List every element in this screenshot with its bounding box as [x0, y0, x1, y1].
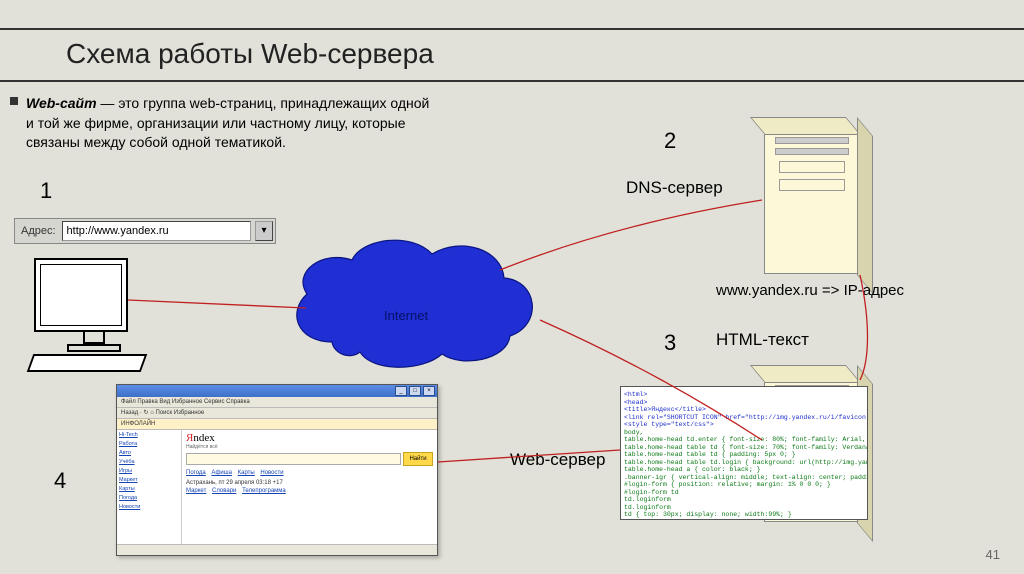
- side-link[interactable]: Новости: [119, 504, 179, 511]
- main-links-row-2: Маркет Словари Телепрограмма: [186, 488, 433, 494]
- main-link[interactable]: Маркет: [186, 488, 206, 494]
- yandex-logo: Яndex: [186, 432, 433, 444]
- main-links-row: Погода Афиша Карты Новости: [186, 470, 433, 476]
- step-3: 3: [664, 330, 676, 356]
- search-button[interactable]: Найти: [403, 452, 433, 466]
- ip-label: www.yandex.ru => IP-адрес: [716, 282, 904, 299]
- address-bar[interactable]: Адрес: http://www.yandex.ru ▾: [14, 218, 276, 244]
- search-input[interactable]: [186, 453, 401, 465]
- main-link[interactable]: Новости: [260, 470, 283, 476]
- step-2: 2: [664, 128, 676, 154]
- main-link[interactable]: Афиша: [211, 470, 232, 476]
- body-text: Астрахань, пт 29 апреля 03:18 +17: [186, 480, 433, 486]
- window-close-icon[interactable]: ×: [423, 386, 435, 396]
- client-computer-icon: [34, 258, 154, 378]
- dns-server-icon: [764, 132, 860, 274]
- main-link[interactable]: Карты: [238, 470, 255, 476]
- address-input[interactable]: http://www.yandex.ru: [62, 221, 251, 241]
- side-link[interactable]: Работа: [119, 441, 179, 448]
- side-link[interactable]: Учёба: [119, 459, 179, 466]
- cloud-label: Internet: [384, 308, 428, 323]
- side-link[interactable]: Авто: [119, 450, 179, 457]
- browser-main: Яndex Найдётся всё Найти Погода Афиша Ка…: [182, 430, 437, 556]
- side-link[interactable]: Карты: [119, 486, 179, 493]
- status-bar: [117, 544, 437, 555]
- internet-cloud: Internet: [282, 232, 542, 372]
- window-min-icon[interactable]: _: [395, 386, 407, 396]
- description-term: Web-сайт: [26, 95, 97, 111]
- logo-subtitle: Найдётся всё: [186, 444, 433, 450]
- menu-row[interactable]: Файл Правка Вид Избранное Сервис Справка: [117, 397, 437, 408]
- address-dropdown-icon[interactable]: ▾: [255, 221, 273, 241]
- dns-label: DNS-сервер: [626, 178, 723, 198]
- web-server-label: Web-сервер: [510, 450, 605, 470]
- window-titlebar: _ □ ×: [117, 385, 437, 397]
- infoline-tab[interactable]: ИНФОЛАЙН: [117, 419, 437, 430]
- html-source-box: <html> <head> <title>Яндекс</title> <lin…: [620, 386, 868, 520]
- main-link[interactable]: Погода: [186, 470, 206, 476]
- slide-number: 41: [986, 547, 1000, 562]
- browser-window: _ □ × Файл Правка Вид Избранное Сервис С…: [116, 384, 438, 556]
- toolbar-row[interactable]: Назад · ↻ ⌂ Поиск Избранное: [117, 408, 437, 419]
- bullet-icon: [10, 97, 18, 105]
- side-link[interactable]: Маркет: [119, 477, 179, 484]
- description-box: Web-сайт — это группа web-страниц, прина…: [12, 94, 432, 153]
- step-4: 4: [54, 468, 66, 494]
- side-link[interactable]: Игры: [119, 468, 179, 475]
- step-1: 1: [40, 178, 52, 204]
- window-max-icon[interactable]: □: [409, 386, 421, 396]
- html-text-label: HTML-текст: [716, 330, 809, 350]
- slide-title: Схема работы Web-сервера: [0, 28, 1024, 82]
- side-link[interactable]: Hi-Tech: [119, 432, 179, 439]
- main-link[interactable]: Телепрограмма: [242, 488, 286, 494]
- address-label: Адрес:: [15, 225, 62, 237]
- side-link[interactable]: Погода: [119, 495, 179, 502]
- main-link[interactable]: Словари: [212, 488, 236, 494]
- browser-sidebar: Hi-Tech Работа Авто Учёба Игры Маркет Ка…: [117, 430, 182, 556]
